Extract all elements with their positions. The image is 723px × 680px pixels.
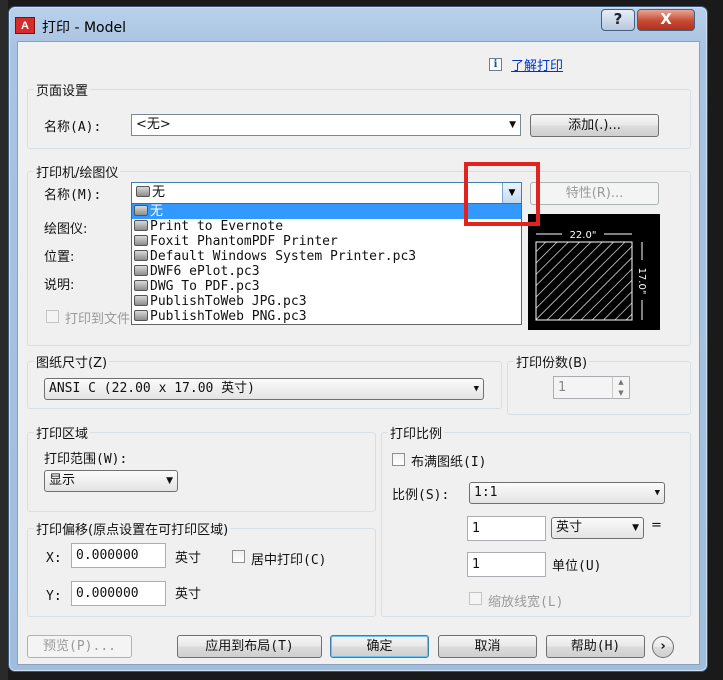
scale-unit2-label: 单位(U) bbox=[552, 559, 602, 574]
offset-y-label: Y: bbox=[46, 589, 62, 604]
scale-value: 1:1 bbox=[474, 485, 498, 500]
ok-button[interactable]: 确定 bbox=[330, 635, 429, 658]
dropdown-option[interactable]: Default Windows System Printer.pc3 bbox=[132, 249, 521, 264]
title-close-button[interactable]: X bbox=[637, 9, 695, 31]
page-setup-add-button[interactable]: 添加(.)... bbox=[530, 114, 659, 137]
paper-size-value: ANSI C (22.00 x 17.00 英寸) bbox=[49, 381, 256, 396]
plot-range-value: 显示 bbox=[49, 473, 76, 488]
dropdown-option[interactable]: DWF6 ePlot.pc3 bbox=[132, 264, 521, 279]
preview-height-label: 17.0" bbox=[636, 268, 647, 295]
scale-value1-input[interactable]: 1 bbox=[467, 516, 546, 541]
dropdown-option[interactable]: 无 bbox=[132, 204, 521, 219]
dropdown-option[interactable]: PublishToWeb PNG.pc3 bbox=[132, 309, 521, 324]
spinner-arrows[interactable]: ▲ ▼ bbox=[612, 377, 629, 399]
print-to-file-checkbox[interactable] bbox=[46, 310, 59, 323]
page-setup-name-value: <无> bbox=[136, 117, 171, 132]
printer-icon bbox=[134, 310, 148, 321]
apply-to-layout-button[interactable]: 应用到布局(T) bbox=[177, 635, 322, 658]
chevron-down-icon: ▼ bbox=[473, 384, 479, 394]
printer-icon bbox=[134, 220, 148, 231]
spin-down-icon[interactable]: ▼ bbox=[613, 388, 629, 399]
scale-unit1-value: 英寸 bbox=[556, 520, 583, 535]
dropdown-option[interactable]: Print to Evernote bbox=[132, 219, 521, 234]
chevron-down-icon: ▼ bbox=[166, 476, 173, 486]
equals-sign: = bbox=[651, 518, 662, 533]
window-title: 打印 - Model bbox=[42, 20, 126, 36]
expand-dialog-button[interactable]: › bbox=[652, 636, 674, 658]
scale-value2-input[interactable]: 1 bbox=[467, 552, 546, 577]
copies-legend: 打印份数(B) bbox=[514, 352, 590, 371]
dialog-client-area: i 了解打印 页面设置 名称(A): <无> ▼ 添加(.)... 打印机/绘图… bbox=[17, 41, 700, 665]
page-setup-legend: 页面设置 bbox=[34, 80, 91, 99]
paper-size-combo[interactable]: ANSI C (22.00 x 17.00 英寸) ▼ bbox=[44, 378, 484, 400]
plot-range-label: 打印范围(W): bbox=[44, 452, 128, 467]
plot-area-legend: 打印区域 bbox=[34, 423, 91, 442]
scale-combo[interactable]: 1:1 ▼ bbox=[469, 482, 665, 504]
cancel-button[interactable]: 取消 bbox=[438, 635, 537, 658]
offset-x-label: X: bbox=[46, 551, 62, 566]
copies-value: 1 bbox=[558, 380, 567, 395]
chevron-down-icon: ▼ bbox=[632, 523, 639, 533]
printer-icon bbox=[134, 280, 148, 291]
scale-unit1-combo[interactable]: 英寸 ▼ bbox=[551, 517, 644, 539]
offset-x-input[interactable]: 0.000000 bbox=[71, 543, 166, 568]
autocad-app-icon: A bbox=[15, 17, 35, 34]
page-setup-name-label: 名称(A): bbox=[44, 120, 102, 135]
printer-properties-button[interactable]: 特性(R)... bbox=[530, 182, 659, 205]
printer-icon bbox=[134, 265, 148, 276]
paper-size-legend: 图纸尺寸(Z) bbox=[34, 352, 110, 371]
printer-icon bbox=[136, 186, 150, 197]
spin-up-icon[interactable]: ▲ bbox=[613, 377, 629, 388]
paper-preview: 22.0" 17.0" bbox=[528, 214, 660, 330]
print-dialog: A 打印 - Model ? X i 了解打印 页面设置 名称(A): <无> … bbox=[8, 6, 708, 672]
chevron-right-icon: › bbox=[660, 639, 666, 654]
help-button[interactable]: 帮助(H) bbox=[546, 635, 645, 658]
plot-offset-legend: 打印偏移(原点设置在可打印区域) bbox=[34, 519, 231, 538]
title-help-button[interactable]: ? bbox=[601, 9, 635, 31]
copies-spinner[interactable]: 1 ▲ ▼ bbox=[553, 376, 630, 399]
print-to-file-label: 打印到文件 bbox=[65, 312, 131, 327]
printer-name-label: 名称(M): bbox=[44, 188, 102, 203]
dropdown-option[interactable]: DWG To PDF.pc3 bbox=[132, 279, 521, 294]
printer-name-value: 无 bbox=[152, 185, 166, 200]
chevron-down-icon: ▼ bbox=[654, 488, 660, 498]
description-label: 说明: bbox=[44, 278, 75, 293]
offset-y-unit: 英寸 bbox=[175, 587, 202, 602]
center-plot-checkbox[interactable] bbox=[232, 550, 245, 563]
dropdown-option[interactable]: Foxit PhantomPDF Printer bbox=[132, 234, 521, 249]
fit-to-paper-checkbox[interactable] bbox=[392, 453, 405, 466]
page-setup-name-combo[interactable]: <无> ▼ bbox=[131, 114, 521, 136]
learn-printing-link[interactable]: 了解打印 bbox=[511, 55, 563, 74]
info-icon: i bbox=[489, 58, 502, 71]
printer-icon bbox=[134, 235, 148, 246]
scale-label: 比例(S): bbox=[392, 488, 450, 503]
title-bar[interactable]: A 打印 - Model ? X bbox=[9, 7, 707, 43]
printer-legend: 打印机/绘图仪 bbox=[34, 162, 121, 181]
preview-button[interactable]: 预览(P)... bbox=[27, 635, 132, 658]
printer-icon bbox=[134, 205, 148, 216]
scale-lineweights-label: 缩放线宽(L) bbox=[488, 595, 564, 610]
center-plot-label: 居中打印(C) bbox=[251, 553, 327, 568]
printer-icon bbox=[134, 295, 148, 306]
dropdown-option[interactable]: PublishToWeb JPG.pc3 bbox=[132, 294, 521, 309]
annotation-highlight-box bbox=[464, 162, 540, 226]
offset-x-unit: 英寸 bbox=[175, 551, 202, 566]
desktop-background bbox=[0, 0, 8, 680]
printer-icon bbox=[134, 250, 148, 261]
scale-lineweights-checkbox[interactable] bbox=[469, 592, 482, 605]
preview-width-label: 22.0" bbox=[570, 230, 597, 241]
plot-scale-legend: 打印比例 bbox=[388, 423, 445, 442]
location-label: 位置: bbox=[44, 250, 75, 265]
fit-to-paper-label: 布满图纸(I) bbox=[411, 455, 487, 470]
chevron-down-icon: ▼ bbox=[509, 120, 516, 130]
plot-range-combo[interactable]: 显示 ▼ bbox=[44, 470, 178, 492]
offset-y-input[interactable]: 0.000000 bbox=[71, 581, 166, 606]
plotter-label: 绘图仪: bbox=[44, 222, 88, 237]
paper-preview-drawing: 22.0" 17.0" bbox=[535, 227, 650, 321]
